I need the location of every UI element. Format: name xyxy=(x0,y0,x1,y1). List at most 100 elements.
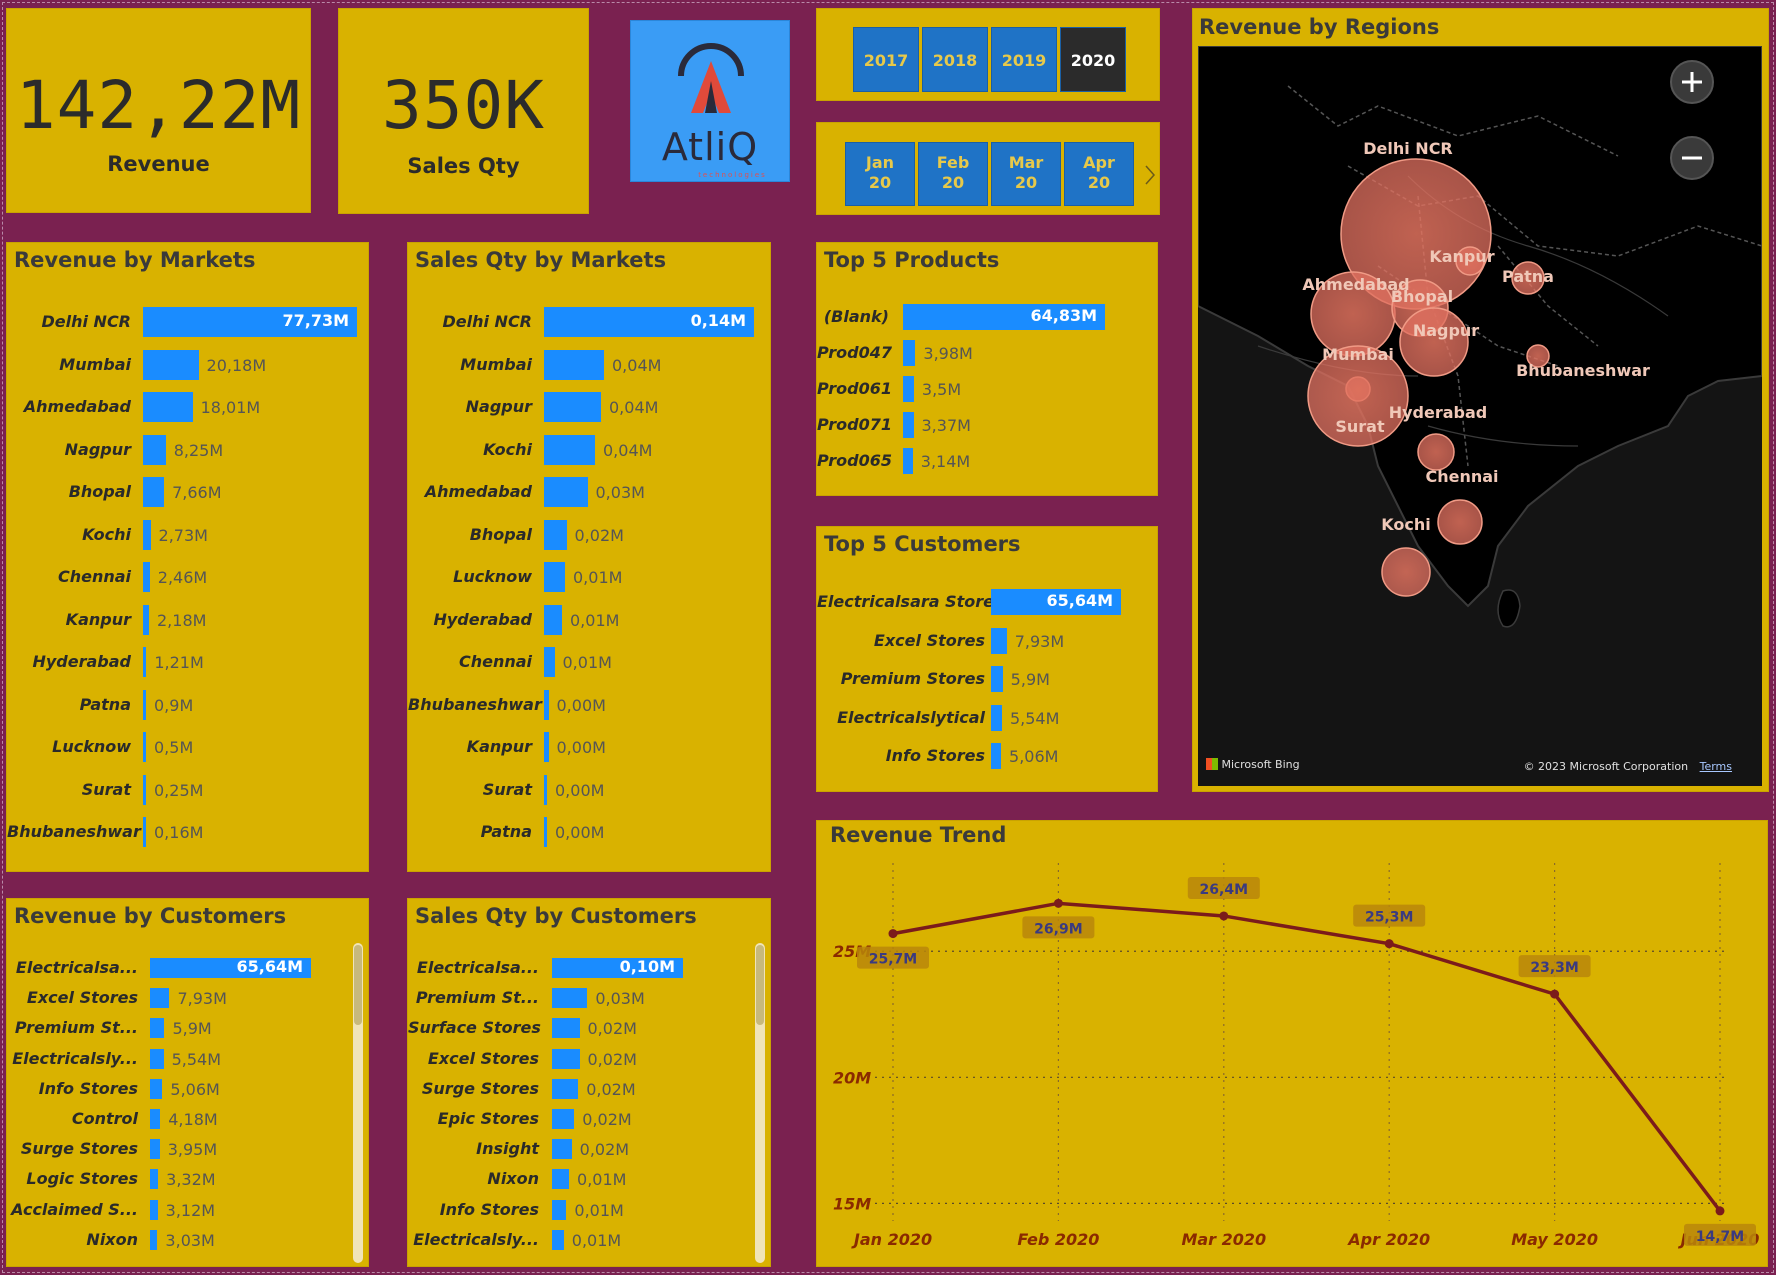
bar[interactable] xyxy=(903,412,914,438)
bar[interactable] xyxy=(544,774,547,805)
bar[interactable] xyxy=(544,349,604,380)
bar[interactable] xyxy=(544,817,547,847)
bar[interactable] xyxy=(991,627,1007,654)
bar[interactable] xyxy=(552,1169,570,1190)
bar[interactable] xyxy=(552,1078,579,1099)
data-point[interactable] xyxy=(1384,939,1394,949)
bar[interactable] xyxy=(143,774,146,805)
scroll-thumb[interactable] xyxy=(756,945,764,1025)
bubble-chennai[interactable] xyxy=(1437,499,1483,545)
india-map[interactable]: Delhi NCR Kanpur Patna Ahmedabad Bhopal … xyxy=(1198,46,1762,786)
month-slicer-next-button[interactable] xyxy=(1141,160,1159,190)
revenue-by-customers-card[interactable]: Revenue by Customers Electricalsa... 65,6… xyxy=(6,898,369,1267)
bar[interactable] xyxy=(544,519,567,550)
bar-label: Excel Stores xyxy=(26,988,138,1008)
data-point[interactable] xyxy=(1053,898,1063,908)
bar[interactable] xyxy=(143,434,166,465)
bar[interactable] xyxy=(903,340,916,366)
bar-label: Patna xyxy=(480,822,532,841)
bar[interactable] xyxy=(143,647,147,677)
bar[interactable] xyxy=(143,477,165,507)
bar[interactable] xyxy=(143,817,146,847)
revenue-trend-card[interactable]: Revenue Trend 25M 20M 15M Jan 2020 Feb 2020 M… xyxy=(816,820,1768,1267)
bar[interactable] xyxy=(991,666,1003,692)
bar-value: 3,98M xyxy=(923,344,973,363)
bar[interactable] xyxy=(552,1139,572,1160)
bubble-hyderabad[interactable] xyxy=(1417,433,1455,471)
bar[interactable] xyxy=(991,743,1002,769)
revenue-kpi-card[interactable]: 142,22M Revenue xyxy=(6,8,311,213)
bar[interactable] xyxy=(552,1109,575,1129)
bar[interactable] xyxy=(544,392,601,422)
bar[interactable] xyxy=(143,732,146,762)
revenue-by-customers-scrollbar[interactable] xyxy=(353,943,363,1263)
sales-qty-by-customers-card[interactable]: Sales Qty by Customers Electricalsa... 0,… xyxy=(407,898,771,1267)
atliq-logo-tagline: technologies xyxy=(698,171,767,179)
month-button-feb[interactable]: Feb 20 xyxy=(918,142,988,206)
zoom-in-button[interactable] xyxy=(1670,60,1714,104)
bar[interactable] xyxy=(544,604,562,635)
bar[interactable] xyxy=(544,647,555,677)
top-products-card[interactable]: Top 5 Products (Blank) 64,83M Prod047 3,98M… xyxy=(816,242,1158,496)
bar[interactable] xyxy=(143,519,151,550)
data-point[interactable] xyxy=(1219,911,1229,921)
bar[interactable] xyxy=(143,604,149,635)
bar[interactable] xyxy=(150,988,170,1009)
bar[interactable] xyxy=(143,392,193,422)
bar[interactable] xyxy=(552,1048,580,1069)
year-button-2018[interactable]: 2018 xyxy=(922,27,988,92)
year-button-2020[interactable]: 2020 xyxy=(1060,27,1126,92)
data-point[interactable] xyxy=(888,929,898,939)
city-label: Mumbai xyxy=(1322,345,1394,364)
data-point[interactable] xyxy=(1550,989,1560,999)
bar[interactable] xyxy=(903,448,913,474)
bar[interactable] xyxy=(150,1139,160,1160)
bar-label: Electricalsara Stores xyxy=(817,592,1004,611)
bar[interactable] xyxy=(903,376,914,402)
bar-label: (Blank) xyxy=(823,307,889,326)
bar[interactable] xyxy=(544,689,549,720)
bar[interactable] xyxy=(544,732,549,762)
bar[interactable] xyxy=(143,689,146,720)
bar[interactable] xyxy=(150,1018,165,1039)
bar[interactable] xyxy=(552,1229,564,1250)
bar[interactable] xyxy=(544,434,595,465)
city-label: Bhubaneshwar xyxy=(1516,361,1650,380)
month-button-mar[interactable]: Mar 20 xyxy=(991,142,1061,206)
bar[interactable] xyxy=(150,1048,164,1069)
sales-qty-by-customers-scrollbar[interactable] xyxy=(755,943,765,1263)
zoom-out-button[interactable] xyxy=(1670,136,1714,180)
bar[interactable] xyxy=(150,1229,158,1250)
sales-qty-kpi-card[interactable]: 350K Sales Qty xyxy=(338,8,589,214)
scroll-thumb[interactable] xyxy=(354,945,362,1025)
bar[interactable] xyxy=(150,1078,163,1099)
sales-qty-by-markets-title: Sales Qty by Markets xyxy=(415,248,667,272)
minus-icon xyxy=(1682,156,1702,160)
month-button-jan[interactable]: Jan 20 xyxy=(845,142,915,206)
bar[interactable] xyxy=(150,1199,158,1220)
month-button-apr[interactable]: Apr 20 xyxy=(1064,142,1134,206)
bar[interactable] xyxy=(143,349,199,380)
bar[interactable] xyxy=(991,704,1002,731)
bar[interactable] xyxy=(150,1169,159,1190)
bubble-nagpur[interactable] xyxy=(1399,307,1469,377)
bar-label: Acclaimed S... xyxy=(11,1199,138,1219)
bar[interactable] xyxy=(552,1018,580,1039)
data-point[interactable] xyxy=(1715,1206,1725,1216)
year-button-2017[interactable]: 2017 xyxy=(853,27,919,92)
bubble-kochi[interactable] xyxy=(1381,547,1431,597)
bar[interactable] xyxy=(552,988,588,1009)
bar[interactable] xyxy=(544,477,588,507)
bar-value: 0,01M xyxy=(573,568,623,587)
terms-link[interactable]: Terms xyxy=(1700,760,1732,773)
year-button-2019[interactable]: 2019 xyxy=(991,27,1057,92)
bar[interactable] xyxy=(150,1109,161,1129)
bar-label: Excel Stores xyxy=(873,630,985,650)
bar[interactable] xyxy=(552,1199,567,1220)
bar[interactable] xyxy=(544,562,565,592)
bar[interactable] xyxy=(143,562,150,592)
sales-qty-by-markets-card[interactable]: Sales Qty by Markets Delhi NCR 0,14M Mumba… xyxy=(407,242,771,872)
top-customers-card[interactable]: Top 5 Customers Electricalsara Stores 65,… xyxy=(816,526,1158,792)
bar-label: Prod061 xyxy=(817,379,892,398)
revenue-by-markets-card[interactable]: Revenue by Markets Delhi NCR 77,73M Mumbai… xyxy=(6,242,369,872)
